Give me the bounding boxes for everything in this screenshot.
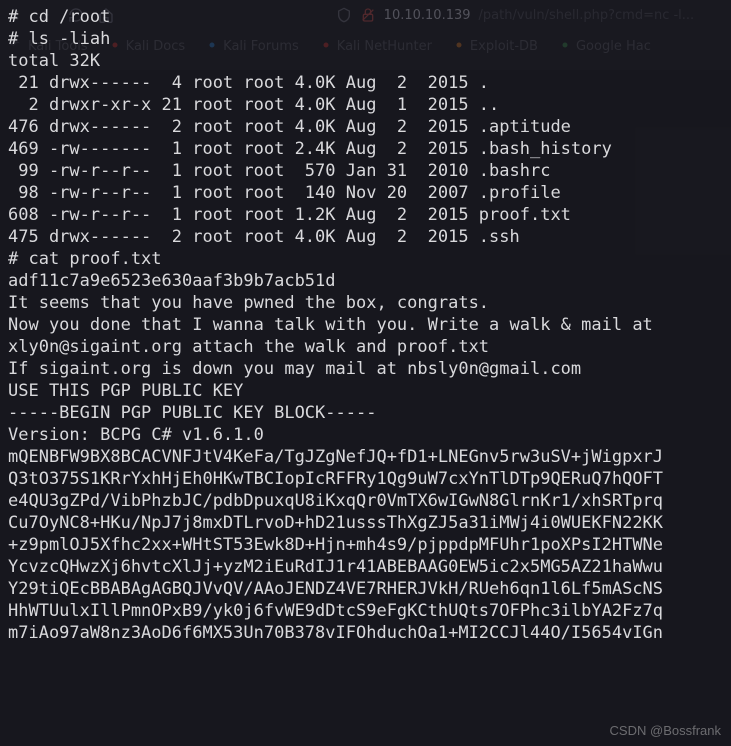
terminal-line: +z9pmlOJ5Xfhc2xx+WHtST53Ewk8D+Hjn+mh4s9/… — [8, 534, 723, 556]
terminal-line: If sigaint.org is down you may mail at n… — [8, 358, 723, 380]
terminal-line: Q3tO375S1KRrYxhHjEh0HKwTBCIopIcRFFRy1Qg9… — [8, 468, 723, 490]
terminal-line: 98 -rw-r--r-- 1 root root 140 Nov 20 200… — [8, 182, 723, 204]
terminal-line: # cat proof.txt — [8, 248, 723, 270]
terminal-line: -----BEGIN PGP PUBLIC KEY BLOCK----- — [8, 402, 723, 424]
terminal-line: 2 drwxr-xr-x 21 root root 4.0K Aug 1 201… — [8, 94, 723, 116]
terminal-line: # cd /root — [8, 6, 723, 28]
terminal-line: YcvzcQHwzXj6hvtcXlJj+yzM2iEuRdIJ1r41ABEB… — [8, 556, 723, 578]
terminal-line: Cu7OyNC8+HKu/NpJ7j8mxDTLrvoD+hD21usssThX… — [8, 512, 723, 534]
terminal-line: 608 -rw-r--r-- 1 root root 1.2K Aug 2 20… — [8, 204, 723, 226]
terminal-line: m7iAo97aW8nz3AoD6f6MX53Un70B378vIFOhduch… — [8, 622, 723, 644]
terminal-line: Y29tiQEcBBABAgAGBQJVvQV/AAoJENDZ4VE7RHER… — [8, 578, 723, 600]
terminal-line: HhWTUulxIllPmnOPxB9/yk0j6fvWE9dDtcS9eFgK… — [8, 600, 723, 622]
terminal-line: 476 drwx------ 2 root root 4.0K Aug 2 20… — [8, 116, 723, 138]
terminal-line: xly0n@sigaint.org attach the walk and pr… — [8, 336, 723, 358]
terminal-line: 21 drwx------ 4 root root 4.0K Aug 2 201… — [8, 72, 723, 94]
terminal-line: 99 -rw-r--r-- 1 root root 570 Jan 31 201… — [8, 160, 723, 182]
terminal-line: Now you done that I wanna talk with you.… — [8, 314, 723, 336]
terminal-line: 475 drwx------ 2 root root 4.0K Aug 2 20… — [8, 226, 723, 248]
terminal-output[interactable]: # cd /root# ls -liahtotal 32K 21 drwx---… — [0, 0, 731, 746]
terminal-line: 469 -rw------- 1 root root 2.4K Aug 2 20… — [8, 138, 723, 160]
terminal-line: Version: BCPG C# v1.6.1.0 — [8, 424, 723, 446]
terminal-line: adf11c7a9e6523e630aaf3b9b7acb51d — [8, 270, 723, 292]
terminal-line: # ls -liah — [8, 28, 723, 50]
terminal-line: It seems that you have pwned the box, co… — [8, 292, 723, 314]
terminal-line: mQENBFW9BX8BCACVNFJtV4KeFa/TgJZgNefJQ+fD… — [8, 446, 723, 468]
terminal-line: e4QU3gZPd/VibPhzbJC/pdbDpuxqU8iKxqQr0VmT… — [8, 490, 723, 512]
terminal-line: USE THIS PGP PUBLIC KEY — [8, 380, 723, 402]
terminal-line: total 32K — [8, 50, 723, 72]
